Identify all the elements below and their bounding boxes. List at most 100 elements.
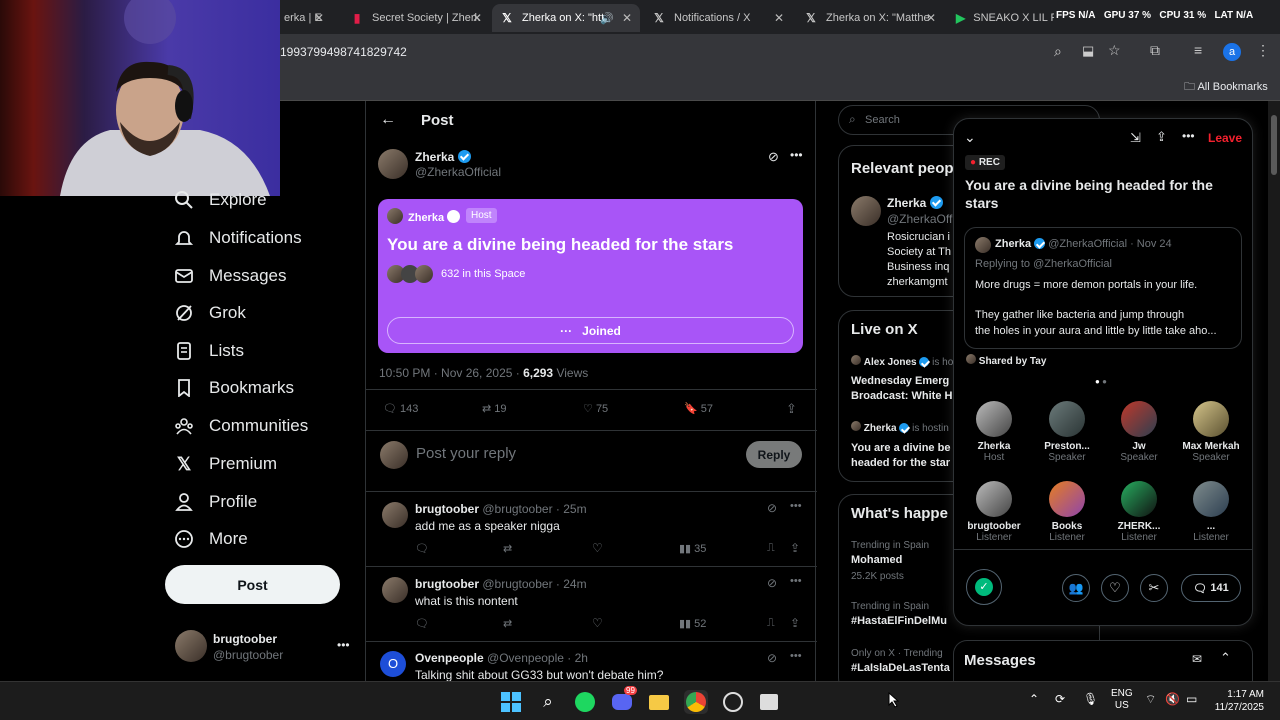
repost-icon[interactable]: ⇄ xyxy=(503,542,512,555)
nav-messages[interactable]: Messages xyxy=(174,266,286,286)
all-bookmarks[interactable]: 🗀 All Bookmarks xyxy=(1184,78,1268,97)
extensions-icon[interactable]: ⧉ xyxy=(1150,42,1160,59)
volume-muted-icon[interactable]: 🔇 xyxy=(1165,692,1180,706)
share-icon[interactable]: ⇪ xyxy=(790,616,800,630)
scrollbar-thumb[interactable] xyxy=(1271,115,1277,175)
trend-name[interactable]: #HastaElFinDelMu xyxy=(851,615,947,627)
speaker-tile[interactable]: Max Merkah Speaker xyxy=(1176,401,1246,463)
sync-icon[interactable]: ⟳ xyxy=(1055,692,1065,706)
more-horiz-icon[interactable]: ••• xyxy=(790,650,802,662)
heart-icon[interactable]: ♡ xyxy=(592,616,603,630)
nav-profile[interactable]: Profile xyxy=(174,492,257,512)
more-horiz-icon[interactable]: ••• xyxy=(790,500,802,512)
more-horiz-icon[interactable]: ••• xyxy=(790,575,802,587)
more-horiz-icon[interactable]: ••• xyxy=(790,148,803,162)
reply-item[interactable]: brugtoober @brugtoober · 25m add me as a… xyxy=(366,491,817,566)
heart-icon[interactable]: ♡ xyxy=(592,541,603,555)
reply-item[interactable]: brugtoober @brugtoober · 24m what is thi… xyxy=(366,566,817,641)
browser-tab-2[interactable]: ▮ Secret Society | Zherk ✕ xyxy=(342,4,490,32)
account-switcher[interactable]: brugtoober @brugtoober ••• xyxy=(165,626,355,670)
live-item[interactable]: Alex Jones is ho xyxy=(851,355,953,368)
live-item-title[interactable]: Wednesday Emerg xyxy=(851,375,949,387)
relevant-name[interactable]: Zherka xyxy=(887,196,943,210)
chevron-down-icon[interactable]: ⌄ xyxy=(964,129,976,146)
close-icon[interactable]: ✕ xyxy=(472,11,482,25)
obs-icon[interactable] xyxy=(721,690,745,714)
address-bar[interactable]: 1993799498741829742 xyxy=(280,45,407,59)
folder-icon[interactable] xyxy=(647,690,671,714)
speaker-icon[interactable]: 🔊 xyxy=(600,12,614,25)
nav-bookmarks[interactable]: Bookmarks xyxy=(174,378,294,398)
live-item-title[interactable]: Broadcast: White H xyxy=(851,390,952,402)
speaker-tile[interactable]: Jw Speaker xyxy=(1104,401,1174,463)
grok-icon[interactable]: ⊘ xyxy=(767,576,777,590)
close-icon[interactable]: ✕ xyxy=(926,11,936,25)
nav-premium[interactable]: 𝕏 Premium xyxy=(174,454,277,474)
trend-name[interactable]: Mohamed xyxy=(851,554,902,566)
scrollbar[interactable] xyxy=(1268,101,1280,681)
share-icon[interactable]: ⇪ xyxy=(1156,129,1167,145)
speaker-tile[interactable]: ... Listener xyxy=(1176,481,1246,541)
grok-icon[interactable]: ⊘ xyxy=(767,501,777,515)
avatar[interactable] xyxy=(851,196,881,226)
bookmark-icon[interactable]: ⎍ xyxy=(767,617,775,630)
browser-tab-4[interactable]: 𝕏 Notifications / X ✕ xyxy=(644,4,792,32)
clock[interactable]: 1:17 AM 11/27/2025 xyxy=(1210,688,1264,714)
nav-explore[interactable]: Explore xyxy=(174,190,267,210)
chevron-up-icon[interactable]: ⌃ xyxy=(1220,650,1231,666)
more-vert-icon[interactable]: ⋮ xyxy=(1256,42,1270,59)
shared-post[interactable]: Zherka @ZherkaOfficial · Nov 24 Replying… xyxy=(964,227,1242,349)
views-action[interactable]: ▮▮ 52 xyxy=(679,617,706,630)
mic-status-button[interactable]: ✓ xyxy=(966,569,1002,605)
speaker-tile[interactable]: Books Listener xyxy=(1032,481,1102,541)
speaker-tile[interactable]: Preston... Speaker xyxy=(1032,401,1102,463)
clip-button[interactable]: ✂ xyxy=(1140,574,1168,602)
nav-lists[interactable]: Lists xyxy=(174,341,244,361)
share-icon[interactable]: ⇪ xyxy=(786,401,797,417)
live-item-title[interactable]: headed for the star xyxy=(851,457,950,469)
battery-icon[interactable]: ▭ xyxy=(1186,692,1197,706)
repost-icon[interactable]: ⇄ xyxy=(503,617,512,630)
install-icon[interactable]: ⬓ xyxy=(1082,43,1094,59)
speaker-tile[interactable]: ZHERK... Listener xyxy=(1104,481,1174,541)
views-action[interactable]: ▮▮ 35 xyxy=(679,542,706,555)
microphone-icon[interactable]: 🎙 xyxy=(1083,692,1098,706)
like-action[interactable]: ♡ 75 xyxy=(583,402,608,415)
nav-grok[interactable]: Grok xyxy=(174,303,246,323)
chrome-icon[interactable] xyxy=(684,690,708,714)
comment-icon[interactable]: 🗨 xyxy=(415,617,429,630)
spotify-icon[interactable] xyxy=(573,690,597,714)
reply-button[interactable]: Reply xyxy=(746,441,802,468)
reply-action[interactable]: 🗨 143 xyxy=(383,402,418,415)
profile-avatar[interactable]: a xyxy=(1223,43,1241,61)
speaker-tile[interactable]: Zherka Host xyxy=(959,401,1029,463)
avatar[interactable] xyxy=(378,149,408,179)
nav-notifications[interactable]: Notifications xyxy=(174,228,302,248)
messages-drawer[interactable]: Messages ✉ ⌃ xyxy=(953,640,1253,681)
media-icon[interactable]: ≡ xyxy=(1194,42,1202,58)
post-button[interactable]: Post xyxy=(165,565,340,604)
grok-icon[interactable]: ⊘ xyxy=(767,651,777,665)
space-card[interactable]: Zherka Host You are a divine being heade… xyxy=(378,199,803,353)
comments-button[interactable]: 🗨 141 xyxy=(1181,574,1241,602)
app-icon[interactable] xyxy=(757,690,781,714)
joined-button[interactable]: ··· Joined xyxy=(387,317,794,344)
live-item-title[interactable]: You are a divine be xyxy=(851,442,950,454)
reply-item[interactable]: O Ovenpeople @Ovenpeople · 2h Talking sh… xyxy=(366,641,817,681)
comment-icon[interactable]: 🗨 xyxy=(415,542,429,555)
language-indicator[interactable]: ENG US xyxy=(1111,688,1133,712)
close-icon[interactable]: ✕ xyxy=(774,11,784,25)
leave-button[interactable]: Leave xyxy=(1208,131,1242,145)
share-icon[interactable]: ⇪ xyxy=(790,541,800,555)
browser-tab-6[interactable]: ▶ SNEAKO X LIL PUMP xyxy=(948,4,1054,32)
browser-tab-3[interactable]: 𝕏 Zherka on X: "htt 🔊 ✕ xyxy=(492,4,640,32)
windows-start-icon[interactable] xyxy=(499,690,523,714)
people-button[interactable]: 👥 xyxy=(1062,574,1090,602)
browser-tab-1[interactable]: erka | E ✕ xyxy=(276,4,332,32)
close-icon[interactable]: ✕ xyxy=(314,11,324,25)
more-horiz-icon[interactable]: ••• xyxy=(1182,129,1195,143)
nav-communities[interactable]: Communities xyxy=(174,416,308,436)
trend-name[interactable]: #LaIslaDeLasTenta xyxy=(851,662,950,674)
back-arrow-icon[interactable]: ← xyxy=(380,111,396,129)
bookmark-icon[interactable]: ⎍ xyxy=(767,542,775,555)
